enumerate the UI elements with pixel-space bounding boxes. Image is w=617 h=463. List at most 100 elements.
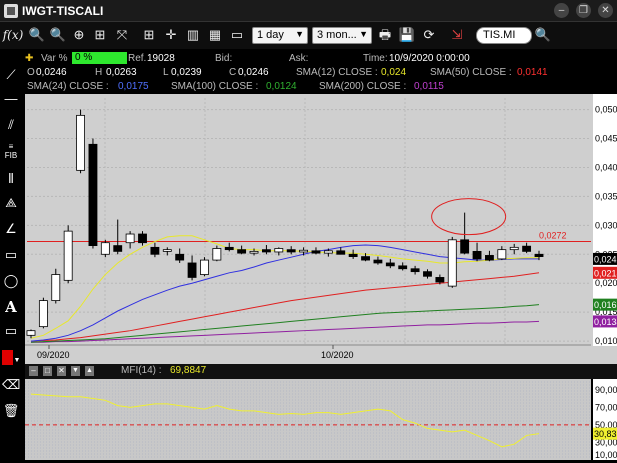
bars-icon[interactable]: ▥ — [184, 26, 202, 44]
fan-icon[interactable]: ⟁ — [2, 194, 20, 212]
restore-icon[interactable]: ❐ — [576, 3, 591, 18]
mfi-tick-label: 10,00 — [595, 450, 617, 460]
high-value: 0,0263 — [106, 67, 137, 78]
close-pane-icon[interactable]: ✕ — [57, 366, 66, 376]
chevron-down-icon: ▼ — [295, 29, 304, 39]
candle-body — [522, 245, 532, 252]
price-tick-label: 0,0500 — [595, 105, 617, 115]
angle-icon[interactable]: ∠ — [2, 220, 20, 238]
period-select[interactable]: 1 day ▼ — [252, 27, 308, 44]
symbol-input[interactable]: TIS.MI — [476, 27, 532, 44]
candle-body — [410, 268, 420, 273]
candle-body — [63, 230, 73, 281]
candle-body — [534, 253, 544, 257]
sma50-value: 0,0141 — [517, 67, 548, 78]
chevron-down-icon: ▼ — [359, 29, 368, 39]
sma24-line — [30, 244, 539, 342]
low-value: 0,0239 — [171, 67, 202, 78]
candle-body — [162, 249, 172, 252]
export-icon[interactable]: ⇲ — [448, 26, 466, 44]
range-select[interactable]: 3 mon... ▼ — [312, 27, 372, 44]
search-icon[interactable]: 🔍 — [534, 26, 552, 44]
candle-body — [472, 250, 482, 260]
pane-down-icon[interactable]: ▼ — [71, 366, 80, 376]
sma100-value: 0,0124 — [266, 81, 297, 92]
price-tick-label: 0,0400 — [595, 162, 617, 172]
sma24-label: SMA(24) CLOSE : — [27, 81, 109, 92]
candle-body — [175, 253, 185, 261]
close-icon[interactable]: ✕ — [598, 3, 613, 18]
price-chart-canvas[interactable]: 0,05000,04500,04000,03500,03000,02500,02… — [25, 94, 617, 364]
crosshair-icon[interactable]: ✛ — [162, 26, 180, 44]
minimize-pane-icon[interactable]: – — [29, 366, 38, 376]
level-line-label: 0,0272 — [539, 231, 567, 241]
close-value: 0,0246 — [238, 67, 269, 78]
candle-body — [373, 259, 383, 264]
mfi-header: – □ ✕ ▼ ▲ MFI(14) : 69,8847 — [25, 364, 617, 379]
candle-body — [336, 250, 346, 255]
sma200-line — [31, 320, 540, 343]
sma200-label: SMA(200) CLOSE : — [319, 81, 407, 92]
sma200-value: 0,0115 — [414, 81, 444, 92]
mfi-tick-label: 90,00 — [595, 385, 617, 395]
chevron-down-icon[interactable]: ▼ — [13, 352, 21, 370]
zoom-in-icon[interactable]: 🔍 — [28, 26, 46, 44]
candle-body — [224, 246, 234, 251]
open-value: 0,0246 — [36, 67, 67, 78]
candle-body — [497, 249, 507, 260]
maximize-pane-icon[interactable]: □ — [43, 366, 52, 376]
rectangle-icon[interactable]: ▭ — [2, 246, 20, 264]
line-tool-icon[interactable]: ⟋ — [2, 66, 20, 84]
price-tick-label: 0,0200 — [595, 278, 617, 288]
close-label: C — [229, 67, 237, 78]
refresh-icon[interactable]: ⟳ — [420, 26, 438, 44]
grid-icon[interactable]: ▦ — [206, 26, 224, 44]
mfi-value: 69,8847 — [170, 365, 207, 376]
sma200-axis-tag: 0,0134 — [594, 317, 617, 327]
sma24-value: 0,0175 — [118, 81, 149, 92]
text-tool-icon[interactable]: A — [2, 298, 20, 316]
last-price-tag: 0,0242 — [594, 254, 617, 264]
fibonacci-icon[interactable]: ≡ FIB — [2, 142, 20, 160]
ellipse-icon[interactable]: ◯ — [2, 272, 20, 290]
candle-body — [485, 255, 494, 261]
price-tick-label: 0,0350 — [595, 191, 617, 201]
horizontal-line-icon[interactable]: — — [2, 90, 20, 108]
low-label: L — [163, 67, 169, 78]
candle-body — [200, 259, 209, 275]
open-label: O — [27, 67, 35, 78]
ref-label: Ref. — [128, 53, 147, 64]
color-swatch[interactable] — [2, 350, 13, 365]
minimize-icon[interactable]: – — [554, 3, 569, 18]
time-label: 09/2020 — [37, 350, 70, 360]
price-chart[interactable]: 0,05000,04500,04000,03500,03000,02500,02… — [25, 94, 617, 364]
pan-icon[interactable]: ⊞ — [140, 26, 158, 44]
mfi-chart[interactable]: 90,00 70,00 50,00 30,00 10,00 30,83 — [25, 379, 617, 460]
zoom-fit-icon[interactable]: ⊞ — [91, 26, 109, 44]
candle-body — [447, 239, 457, 287]
candle-body — [125, 233, 135, 244]
zoom-out-icon[interactable]: 🔍 — [49, 26, 67, 44]
window-icon[interactable]: ▭ — [228, 26, 246, 44]
vertical-lines-icon[interactable]: ⦀ — [2, 170, 20, 188]
small-rectangle-icon[interactable]: ▭ — [2, 322, 20, 340]
candle-body — [398, 265, 408, 270]
trash-icon[interactable]: 🗑 — [2, 402, 20, 420]
price-tick-label: 0,0300 — [595, 220, 617, 230]
eraser-icon[interactable]: ⌫ — [2, 376, 20, 394]
candle-body — [113, 245, 123, 252]
annotation-ellipse — [431, 198, 507, 236]
pane-up-icon[interactable]: ▲ — [85, 366, 94, 376]
move-icon[interactable]: ⤧ — [113, 26, 131, 44]
save-icon[interactable]: 💾 — [398, 26, 416, 44]
sma12-value: 0,024 — [381, 67, 407, 78]
window-title: IWGT-TISCALI — [22, 4, 104, 18]
candle-body — [423, 271, 432, 277]
parallel-lines-icon[interactable]: ⫽ — [2, 116, 20, 134]
zoom-area-icon[interactable]: ⊕ — [70, 26, 88, 44]
ask-label: Ask: — [289, 53, 309, 64]
candle-body — [460, 239, 470, 254]
print-icon[interactable]: 🖶 — [376, 26, 394, 44]
mfi-chart-canvas[interactable]: 90,0070,0050,0030,0010,0030,83 — [25, 379, 617, 460]
function-icon[interactable]: f(x) — [2, 26, 24, 44]
